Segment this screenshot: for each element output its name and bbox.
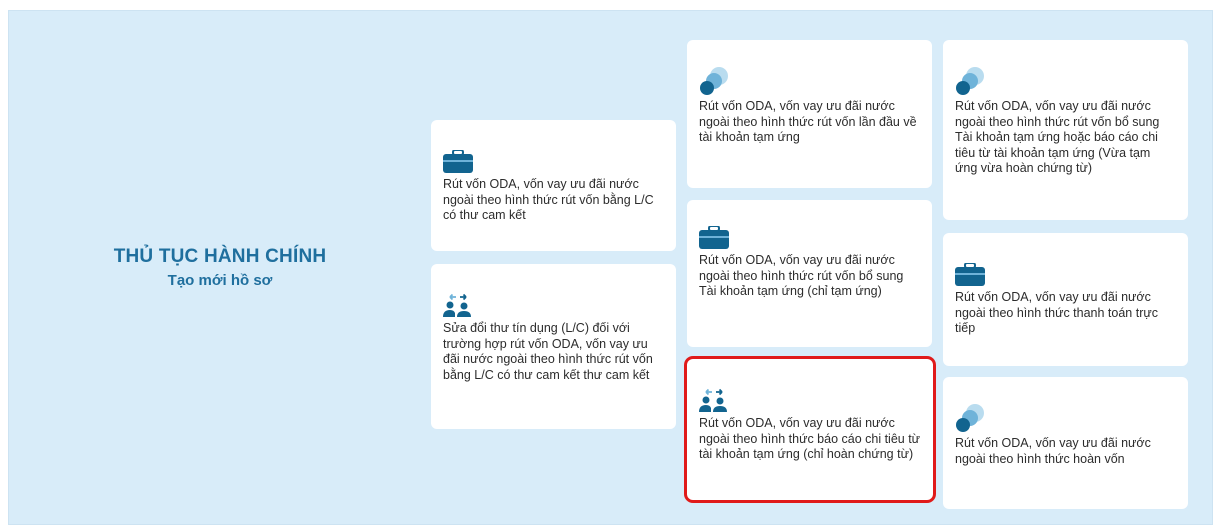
procedure-card-reimbursement[interactable]: Rút vốn ODA, vốn vay ưu đãi nước ngoài t… [943, 377, 1188, 509]
procedure-card-text: Rút vốn ODA, vốn vay ưu đãi nước ngoài t… [955, 290, 1158, 335]
briefcase-icon [443, 150, 473, 173]
procedure-card-direct-payment[interactable]: Rút vốn ODA, vốn vay ưu đãi nước ngoài t… [943, 233, 1188, 366]
procedure-card-lc-withdrawal[interactable]: Rút vốn ODA, vốn vay ưu đãi nước ngoài t… [431, 120, 676, 251]
procedure-card-first-advance[interactable]: Rút vốn ODA, vốn vay ưu đãi nước ngoài t… [687, 40, 932, 188]
circles-icon [700, 67, 728, 95]
page-heading: THỦ TỤC HÀNH CHÍNH Tạo mới hồ sơ [70, 246, 370, 289]
procedure-card-expense-report[interactable]: Rút vốn ODA, vốn vay ưu đãi nước ngoài t… [687, 359, 933, 500]
procedure-card-text: Rút vốn ODA, vốn vay ưu đãi nước ngoài t… [955, 436, 1151, 466]
procedure-card-lc-amendment[interactable]: Sửa đổi thư tín dụng (L/C) đối với trườn… [431, 264, 676, 429]
procedure-card-supplement-advance[interactable]: Rút vốn ODA, vốn vay ưu đãi nước ngoài t… [687, 200, 932, 347]
page-subtitle: Tạo mới hồ sơ [167, 272, 273, 289]
procedure-card-text: Rút vốn ODA, vốn vay ưu đãi nước ngoài t… [699, 253, 904, 298]
circles-icon [956, 404, 984, 432]
people-exchange-icon [443, 293, 471, 317]
page-title: THỦ TỤC HÀNH CHÍNH [113, 246, 327, 267]
procedure-card-text: Rút vốn ODA, vốn vay ưu đãi nước ngoài t… [443, 177, 654, 222]
briefcase-icon [955, 263, 985, 286]
procedure-card-supplement-or-report[interactable]: Rút vốn ODA, vốn vay ưu đãi nước ngoài t… [943, 40, 1188, 220]
procedure-card-text: Rút vốn ODA, vốn vay ưu đãi nước ngoài t… [699, 99, 917, 144]
people-exchange-icon [699, 388, 727, 412]
procedure-card-text: Sửa đổi thư tín dụng (L/C) đối với trườn… [443, 321, 653, 382]
procedure-card-text: Rút vốn ODA, vốn vay ưu đãi nước ngoài t… [955, 99, 1160, 175]
briefcase-icon [699, 226, 729, 249]
circles-icon [956, 67, 984, 95]
procedure-card-text: Rút vốn ODA, vốn vay ưu đãi nước ngoài t… [699, 416, 921, 461]
